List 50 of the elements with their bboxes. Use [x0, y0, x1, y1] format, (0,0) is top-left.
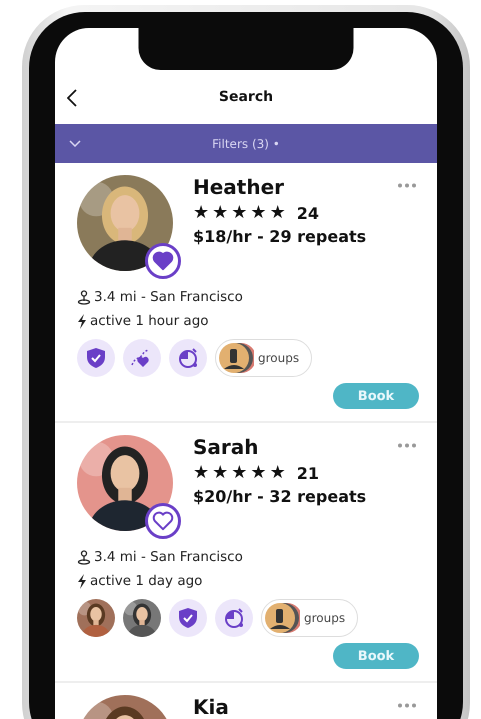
favorite-button[interactable] — [145, 243, 181, 279]
profile-name: Kia — [193, 695, 229, 719]
lightning-icon — [77, 574, 87, 588]
filter-bar[interactable]: Filters (3) • — [55, 124, 437, 163]
heart-icon — [152, 251, 174, 271]
activity-text: active 1 day ago — [90, 573, 202, 589]
shield-check-icon — [86, 347, 106, 369]
star-icon: ★ — [270, 463, 286, 483]
group-photos-icon — [264, 601, 300, 635]
star-icon: ★ — [231, 203, 248, 223]
groups-chip[interactable]: groups — [261, 599, 358, 637]
star-icon: ★ — [270, 203, 286, 223]
back-icon[interactable] — [67, 89, 77, 107]
timer-badge[interactable] — [215, 599, 253, 637]
star-icon: ★ — [231, 463, 248, 483]
timer-icon — [222, 606, 246, 630]
groups-chip[interactable]: groups — [215, 339, 312, 377]
timer-badge[interactable] — [169, 339, 207, 377]
pin-icon — [77, 550, 91, 564]
pin-icon — [77, 290, 91, 304]
rate-text: $20/hr - 32 repeats — [193, 487, 366, 506]
activity-text: active 1 hour ago — [90, 313, 209, 329]
route-badge[interactable] — [123, 339, 161, 377]
shield-check-icon — [178, 607, 198, 629]
star-icon: ★ — [212, 463, 228, 483]
screen-title: Search — [218, 89, 274, 105]
profile-name: Heather — [193, 175, 286, 199]
profile-name: Sarah — [193, 435, 260, 459]
star-icon: ★ — [250, 203, 267, 223]
more-icon[interactable] — [397, 703, 417, 708]
star-icon: ★ — [250, 463, 267, 483]
lightning-icon — [77, 314, 87, 328]
shield-badge[interactable] — [169, 599, 207, 637]
heart-icon — [152, 511, 174, 531]
chevron-down-icon — [69, 140, 81, 147]
rate-text: $18/hr - 29 repeats — [193, 227, 366, 246]
review-count: 21 — [296, 464, 319, 482]
timer-icon — [176, 346, 200, 370]
star-icon: ★ — [193, 203, 210, 223]
star-icon: ★ — [193, 463, 210, 483]
more-icon[interactable] — [397, 183, 417, 188]
more-icon[interactable] — [397, 443, 417, 448]
star-icon: ★ — [212, 203, 228, 223]
filter-label: Filters (3) • — [212, 136, 280, 150]
review-count: 24 — [296, 204, 319, 222]
shield-badge[interactable] — [77, 339, 115, 377]
location-text: 3.4 mi - San Francisco — [94, 549, 243, 565]
location-text: 3.4 mi - San Francisco — [94, 289, 243, 305]
favorite-button[interactable] — [145, 503, 181, 539]
group-photos-icon — [218, 341, 254, 375]
